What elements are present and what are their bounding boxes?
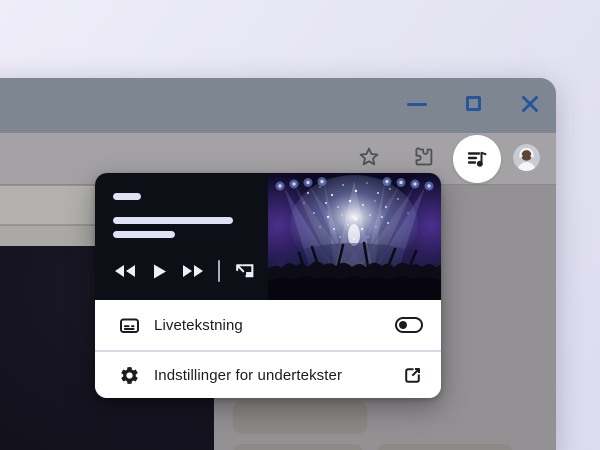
picture-in-picture-icon (233, 260, 256, 282)
maximize-button[interactable] (466, 96, 481, 111)
media-controls-button[interactable] (453, 135, 501, 183)
bookmark-button[interactable] (357, 145, 381, 169)
extensions-button[interactable] (412, 145, 436, 169)
play-button[interactable] (151, 263, 167, 280)
maximize-icon (466, 96, 481, 111)
subtitle-settings-label: Indstillinger for undertekster (154, 367, 402, 384)
subtitle-settings-row[interactable]: Indstillinger for undertekster (95, 352, 441, 398)
controls-separator (218, 260, 220, 282)
page-skeleton-block (233, 401, 367, 434)
previous-track-button[interactable] (113, 263, 138, 279)
play-icon (151, 263, 167, 280)
avatar-photo (513, 144, 540, 171)
skeleton-text-line (113, 217, 233, 224)
media-player-card (95, 173, 441, 300)
media-controls-popup: Livetekstning Indstillinger for undertek… (95, 173, 441, 398)
desktop-background: Livetekstning Indstillinger for undertek… (0, 0, 600, 450)
extensions-puzzle-icon (412, 145, 436, 169)
media-info-panel (95, 173, 268, 300)
concert-photo (268, 173, 441, 300)
minimize-button[interactable] (407, 103, 427, 106)
album-artwork (268, 173, 441, 300)
toggle-knob (399, 321, 407, 329)
open-in-new-icon (402, 365, 423, 386)
window-titlebar (0, 78, 556, 133)
profile-avatar[interactable] (513, 144, 540, 171)
close-button[interactable] (521, 95, 539, 118)
minimize-icon (407, 103, 427, 106)
page-skeleton-block (233, 444, 363, 450)
skeleton-text-line (113, 231, 175, 238)
live-caption-row[interactable]: Livetekstning (95, 300, 441, 350)
live-caption-label: Livetekstning (154, 317, 395, 334)
live-caption-toggle[interactable] (395, 317, 423, 333)
next-track-button[interactable] (180, 263, 205, 279)
live-caption-icon (119, 315, 140, 336)
close-icon (521, 95, 539, 113)
bookmark-star-icon (357, 145, 381, 169)
skeleton-title-line (113, 193, 141, 200)
previous-track-icon (113, 263, 138, 279)
media-playlist-note-icon (465, 147, 489, 171)
page-skeleton-block (377, 444, 513, 450)
picture-in-picture-button[interactable] (233, 260, 256, 282)
next-track-icon (180, 263, 205, 279)
playback-controls (113, 257, 256, 285)
settings-gear-icon (119, 365, 140, 386)
